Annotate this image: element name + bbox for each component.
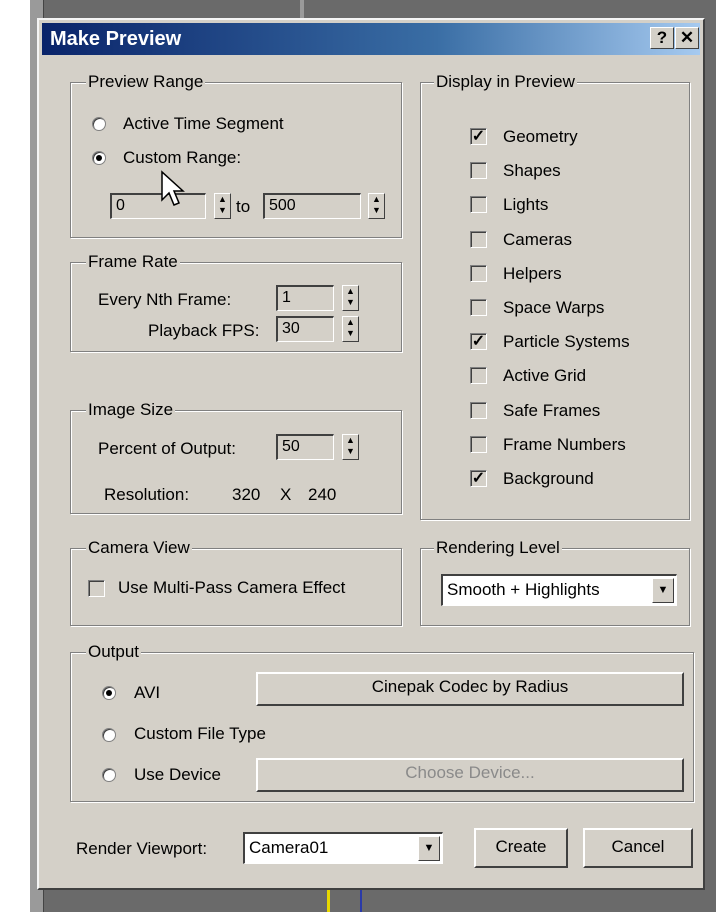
display-checkbox-label: Background [503, 469, 594, 488]
use-device-radio[interactable] [102, 768, 116, 782]
viewport-axis-y [327, 890, 330, 912]
mouse-pointer-icon [161, 170, 185, 206]
custom-range-radio[interactable] [92, 151, 106, 165]
resolution-label: Resolution: [104, 485, 190, 504]
avi-label: AVI [134, 683, 161, 702]
display-checkbox[interactable] [470, 162, 487, 180]
display-checkbox[interactable] [470, 196, 487, 214]
display-checkbox[interactable] [470, 299, 487, 316]
codec-button[interactable]: Cinepak Codec by Radius [256, 672, 684, 706]
display-checkbox-label: Particle Systems [503, 332, 630, 352]
display-checkbox[interactable]: ✓ [470, 470, 487, 487]
range-end-input[interactable]: 500 [263, 193, 361, 219]
resolution-height: 240 [308, 485, 337, 504]
create-button[interactable]: Create [474, 828, 568, 868]
multipass-camera-effect-label: Use Multi-Pass Camera Effect [118, 578, 346, 597]
percent-of-output-input[interactable]: 50 [276, 434, 334, 460]
spinner-arrows-icon: ▲ ▼ [346, 286, 355, 307]
chevron-down-icon[interactable]: ▼ [418, 836, 440, 861]
rendering-level-dropdown[interactable]: Smooth + Highlights ▼ [441, 574, 677, 606]
title-bar: Make Preview [42, 23, 700, 55]
display-checkbox-label: Frame Numbers [503, 434, 626, 454]
image-size-label: Image Size [86, 400, 176, 420]
rendering-level-value: Smooth + Highlights [447, 580, 600, 599]
spinner-arrows-icon: ▲ ▼ [372, 194, 381, 215]
close-button[interactable]: ✕ [675, 27, 699, 49]
range-start-spinner[interactable]: ▲ ▼ [214, 193, 231, 219]
spinner-arrows-icon: ▲ ▼ [346, 435, 355, 456]
display-checkbox[interactable] [470, 401, 487, 419]
camera-view-label: Camera View [86, 538, 192, 558]
viewport-divider [300, 0, 304, 18]
display-checkbox-label: Safe Frames [503, 400, 601, 420]
display-checkbox-label: Shapes [503, 161, 561, 181]
active-time-segment-radio[interactable] [92, 117, 106, 131]
every-nth-frame-label: Every Nth Frame: [98, 290, 232, 309]
dialog-title: Make Preview [50, 28, 182, 50]
display-checkbox-label: Cameras [503, 229, 572, 249]
range-to-label: to [236, 197, 251, 216]
choose-device-button[interactable]: Choose Device... [256, 758, 684, 792]
percent-of-output-label: Percent of Output: [98, 439, 236, 458]
resolution-separator: X [280, 485, 292, 504]
display-checkbox-label: Space Warps [503, 298, 605, 317]
display-checkbox[interactable] [470, 435, 487, 453]
display-checkbox[interactable]: ✓ [470, 333, 487, 351]
playback-fps-spinner[interactable]: ▲ ▼ [342, 316, 359, 342]
render-viewport-dropdown[interactable]: Camera01 ▼ [243, 832, 443, 864]
cancel-button[interactable]: Cancel [583, 828, 693, 868]
chevron-down-icon[interactable]: ▼ [652, 578, 674, 603]
range-end-spinner[interactable]: ▲ ▼ [368, 193, 385, 219]
every-nth-frame-spinner[interactable]: ▲ ▼ [342, 285, 359, 311]
use-device-label: Use Device [134, 765, 221, 784]
frame-rate-label: Frame Rate [86, 252, 180, 272]
playback-fps-input[interactable]: 30 [276, 316, 334, 342]
display-checkbox-label: Geometry [503, 127, 578, 146]
every-nth-frame-input[interactable]: 1 [276, 285, 334, 311]
playback-fps-label: Playback FPS: [148, 321, 260, 340]
spinner-arrows-icon: ▲ ▼ [218, 194, 227, 215]
active-time-segment-label: Active Time Segment [123, 114, 284, 133]
avi-radio[interactable] [102, 686, 116, 700]
multipass-camera-effect-checkbox[interactable] [88, 580, 105, 597]
display-checkbox[interactable]: ✓ [470, 128, 487, 145]
preview-range-label: Preview Range [86, 72, 206, 92]
display-checkbox[interactable] [470, 367, 487, 385]
percent-of-output-spinner[interactable]: ▲ ▼ [342, 434, 359, 460]
viewport-axis-z [360, 890, 362, 912]
render-viewport-label: Render Viewport: [76, 839, 208, 858]
range-start-input[interactable]: 0 [110, 193, 206, 219]
display-checkbox[interactable] [470, 230, 487, 248]
custom-range-label: Custom Range: [123, 148, 242, 167]
rendering-level-label: Rendering Level [434, 538, 562, 558]
spinner-arrows-icon: ▲ ▼ [346, 317, 355, 338]
output-label: Output [86, 642, 142, 662]
display-checkbox-label: Active Grid [503, 366, 587, 386]
display-in-preview-label: Display in Preview [434, 72, 577, 92]
render-viewport-value: Camera01 [249, 838, 329, 857]
custom-file-type-radio[interactable] [102, 728, 116, 742]
display-checkbox-label: Helpers [503, 263, 562, 283]
help-button[interactable]: ? [650, 27, 674, 49]
custom-file-type-label: Custom File Type [134, 724, 266, 743]
display-checkbox-label: Lights [503, 195, 549, 215]
resolution-width: 320 [232, 485, 261, 504]
display-checkbox[interactable] [470, 264, 487, 282]
